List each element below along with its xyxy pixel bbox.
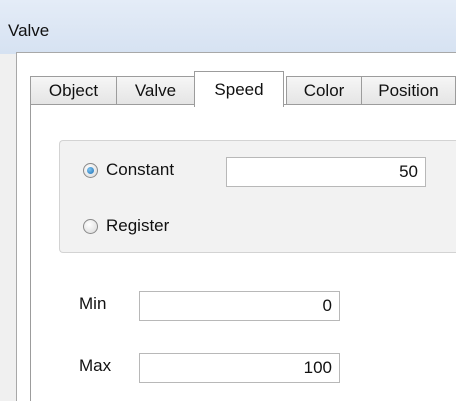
constant-radio-label[interactable]: Constant (106, 160, 174, 180)
tab-speed[interactable]: Speed (194, 71, 284, 107)
max-label: Max (79, 356, 112, 375)
min-value-field[interactable]: 0 (139, 291, 340, 321)
constant-value-field[interactable]: 50 (226, 157, 426, 187)
title-bar: Valve (0, 0, 456, 54)
radio-unselected-icon[interactable] (83, 219, 98, 234)
tab-object[interactable]: Object (30, 76, 117, 105)
tab-color[interactable]: Color (286, 76, 362, 105)
register-radio-label[interactable]: Register (106, 216, 169, 236)
tab-position[interactable]: Position (361, 76, 456, 105)
min-label: Min (79, 294, 107, 313)
tab-valve[interactable]: Valve (116, 76, 195, 105)
window-title: Valve (8, 21, 50, 40)
radio-selected-icon[interactable] (83, 163, 98, 178)
max-value-field[interactable]: 100 (139, 353, 340, 383)
